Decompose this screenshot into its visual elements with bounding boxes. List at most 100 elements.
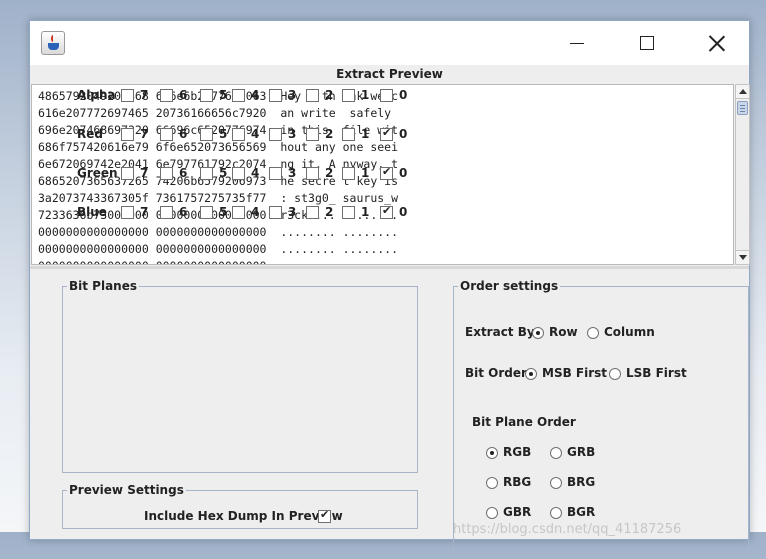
minimize-button[interactable] xyxy=(554,28,600,58)
bit-number-label: 0 xyxy=(399,88,408,102)
bitplane-checkbox[interactable] xyxy=(200,128,213,141)
bitplane-checkbox[interactable] xyxy=(306,128,319,141)
radio-label: Column xyxy=(604,325,655,339)
bitplane-checkbox[interactable] xyxy=(342,167,355,180)
radio-button[interactable] xyxy=(525,368,537,380)
bitplane-checkbox[interactable] xyxy=(269,89,282,102)
radio-label: RGB xyxy=(503,445,532,459)
bit-number-label: 1 xyxy=(361,205,370,219)
bitplane-checkbox[interactable] xyxy=(306,89,319,102)
radio-button[interactable] xyxy=(550,477,562,489)
bit-number-label: 6 xyxy=(179,88,188,102)
preview-line: 616e207772697465 20736166656c7920 an wri… xyxy=(38,106,392,120)
bit-number-label: 7 xyxy=(140,166,149,180)
bitplane-checkbox[interactable] xyxy=(342,128,355,141)
bitplane-checkbox[interactable] xyxy=(342,206,355,219)
title-bar[interactable] xyxy=(30,21,749,65)
radio-button[interactable] xyxy=(609,368,621,380)
scroll-up-button[interactable] xyxy=(736,85,749,99)
arrow-down-icon xyxy=(739,255,747,260)
grip-icon xyxy=(740,111,745,112)
preview-line: 0000000000000000 0000000000000000 ......… xyxy=(38,242,399,256)
bitplane-checkbox[interactable] xyxy=(380,89,393,102)
bitplane-checkbox[interactable] xyxy=(306,167,319,180)
radio-button[interactable] xyxy=(486,447,498,459)
bitplane-checkbox[interactable] xyxy=(121,128,134,141)
bit-number-label: 2 xyxy=(325,166,334,180)
scroll-thumb[interactable] xyxy=(737,101,748,115)
radio-label: GRB xyxy=(567,445,596,459)
bitplane-checkbox[interactable] xyxy=(269,206,282,219)
bitplane-checkbox[interactable] xyxy=(342,89,355,102)
bitplane-checkbox[interactable] xyxy=(232,89,245,102)
radio-label: BRG xyxy=(567,475,596,489)
bit-number-label: 3 xyxy=(288,166,297,180)
grip-icon xyxy=(740,108,745,109)
scroll-down-button[interactable] xyxy=(736,250,749,264)
bit-number-label: 7 xyxy=(140,88,149,102)
bitplane-checkbox[interactable] xyxy=(121,167,134,180)
bit-number-label: 2 xyxy=(325,88,334,102)
radio-button[interactable] xyxy=(486,477,498,489)
bitplane-checkbox[interactable] xyxy=(380,126,393,141)
bit-number-label: 0 xyxy=(399,166,408,180)
bitplane-checkbox[interactable] xyxy=(121,89,134,102)
bitplane-checkbox[interactable] xyxy=(200,206,213,219)
java-app-icon[interactable] xyxy=(41,31,65,55)
bit-number-label: 5 xyxy=(219,127,228,141)
radio-button[interactable] xyxy=(587,327,599,339)
bit-number-label: 6 xyxy=(179,127,188,141)
bit-number-label: 4 xyxy=(251,88,260,102)
bit-number-label: 4 xyxy=(251,166,260,180)
maximize-button[interactable] xyxy=(624,28,670,58)
bit-number-label: 7 xyxy=(140,127,149,141)
bitplane-checkbox[interactable] xyxy=(200,89,213,102)
hex-dump-label: Include Hex Dump In Preview xyxy=(144,509,343,523)
bitplane-checkbox[interactable] xyxy=(232,206,245,219)
bit-number-label: 3 xyxy=(288,127,297,141)
bitplane-checkbox[interactable] xyxy=(380,165,393,180)
bit-number-label: 4 xyxy=(251,127,260,141)
bitplane-checkbox[interactable] xyxy=(160,89,173,102)
close-button[interactable] xyxy=(694,28,740,58)
preview-settings-group: Preview Settings Include Hex Dump In Pre… xyxy=(62,483,418,529)
radio-button[interactable] xyxy=(532,327,544,339)
bitplane-checkbox[interactable] xyxy=(232,167,245,180)
radio-label: GBR xyxy=(503,505,532,519)
bit-number-label: 1 xyxy=(361,166,370,180)
bitplane-checkbox[interactable] xyxy=(269,128,282,141)
close-icon xyxy=(707,35,727,51)
preview-scrollbar[interactable] xyxy=(735,84,750,265)
preview-line: 0000000000000000 0000000000000000 ......… xyxy=(38,225,399,239)
bit-number-label: 4 xyxy=(251,205,260,219)
radio-label: BGR xyxy=(567,505,596,519)
split-divider[interactable] xyxy=(30,266,749,269)
radio-button[interactable] xyxy=(486,507,498,519)
bit-number-label: 2 xyxy=(325,127,334,141)
bitplane-row-label-green: Green xyxy=(77,166,118,180)
radio-button[interactable] xyxy=(550,447,562,459)
radio-button[interactable] xyxy=(550,507,562,519)
bit-number-label: 5 xyxy=(219,166,228,180)
bitplane-checkbox[interactable] xyxy=(160,167,173,180)
bitplane-checkbox[interactable] xyxy=(160,128,173,141)
bitplane-checkbox[interactable] xyxy=(160,206,173,219)
bitplane-checkbox[interactable] xyxy=(306,206,319,219)
bitplane-checkbox[interactable] xyxy=(380,204,393,219)
bit-number-label: 1 xyxy=(361,88,370,102)
bit-number-label: 7 xyxy=(140,205,149,219)
bit-number-label: 5 xyxy=(219,205,228,219)
maximize-icon xyxy=(640,36,654,50)
radio-label: MSB First xyxy=(542,366,608,380)
grip-icon xyxy=(740,105,745,106)
bitplane-row-label-blue: Blue xyxy=(77,205,107,219)
bitplane-checkbox[interactable] xyxy=(232,128,245,141)
preview-line: 686f757420616e79 6f6e652073656569 hout a… xyxy=(38,140,399,154)
java-cup-icon-part xyxy=(48,43,59,50)
radio-label: RBG xyxy=(503,475,532,489)
bit-planes-legend: Bit Planes xyxy=(69,279,138,293)
bitplane-checkbox[interactable] xyxy=(121,206,134,219)
bitplane-checkbox[interactable] xyxy=(269,167,282,180)
hex-dump-checkbox[interactable] xyxy=(318,508,331,523)
bitplane-checkbox[interactable] xyxy=(200,167,213,180)
